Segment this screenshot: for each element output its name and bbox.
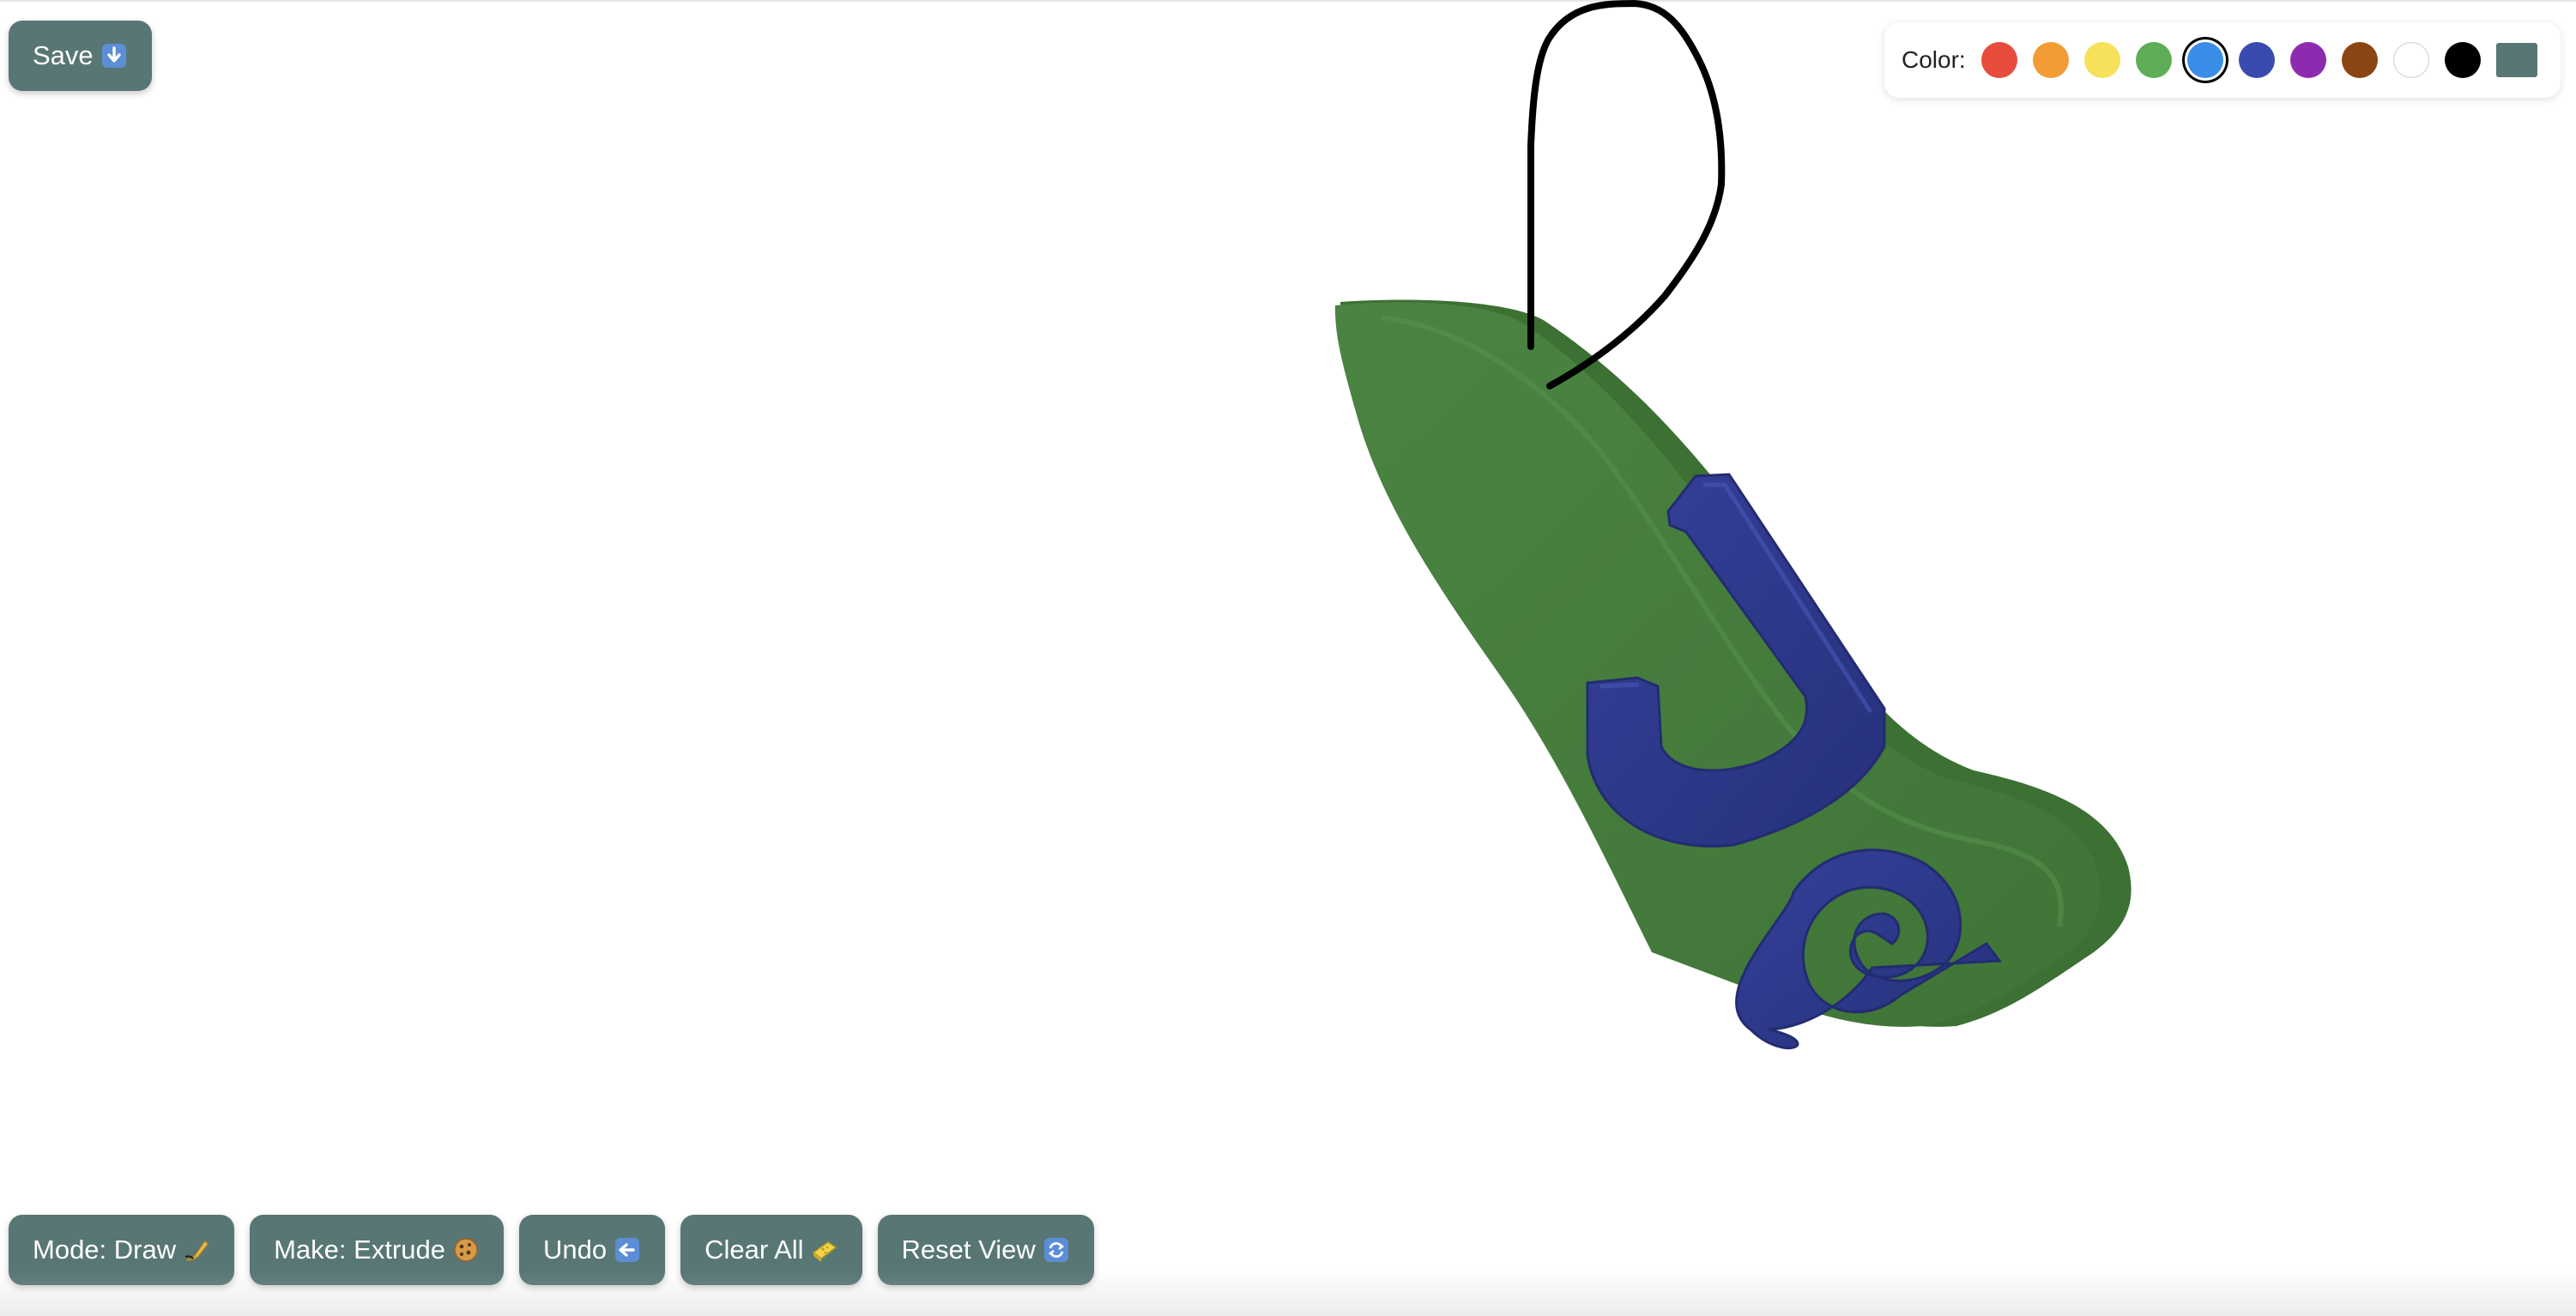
cookie-icon <box>452 1236 480 1264</box>
color-swatch-black[interactable] <box>2444 42 2481 78</box>
color-swatch-green[interactable] <box>2135 42 2172 78</box>
color-swatch-brown[interactable] <box>2341 42 2378 78</box>
color-swatch-indigo[interactable] <box>2238 42 2275 78</box>
refresh-icon <box>1043 1236 1070 1264</box>
color-palette: Color: <box>1884 22 2561 98</box>
writing-hand-icon <box>183 1236 210 1264</box>
color-swatch-blue[interactable] <box>2186 42 2223 78</box>
color-label: Color: <box>1902 46 1966 73</box>
3d-viewport[interactable] <box>0 0 2576 1316</box>
color-swatch-orange[interactable] <box>2032 42 2069 78</box>
custom-color-picker[interactable] <box>2495 43 2537 77</box>
app-canvas[interactable]: Save Color: Mode: Draw Make: Extrude Und… <box>0 0 2576 1316</box>
color-swatch-purple[interactable] <box>2289 42 2326 78</box>
save-label: Save <box>33 40 94 70</box>
extruded-green-shape[interactable] <box>1334 299 2132 1027</box>
save-button[interactable]: Save <box>9 21 152 91</box>
color-swatch-yellow[interactable] <box>2083 42 2120 78</box>
sponge-icon <box>811 1236 838 1264</box>
color-swatch-red[interactable] <box>1980 42 2017 78</box>
freehand-stroke[interactable] <box>1527 0 1726 389</box>
swatch-row <box>1980 42 2496 78</box>
color-swatch-white[interactable] <box>2392 42 2429 78</box>
green-shape-top <box>1334 302 2101 1027</box>
bottom-shadow <box>0 1270 2576 1316</box>
down-arrow-icon <box>100 42 128 69</box>
back-arrow-icon <box>614 1236 641 1264</box>
